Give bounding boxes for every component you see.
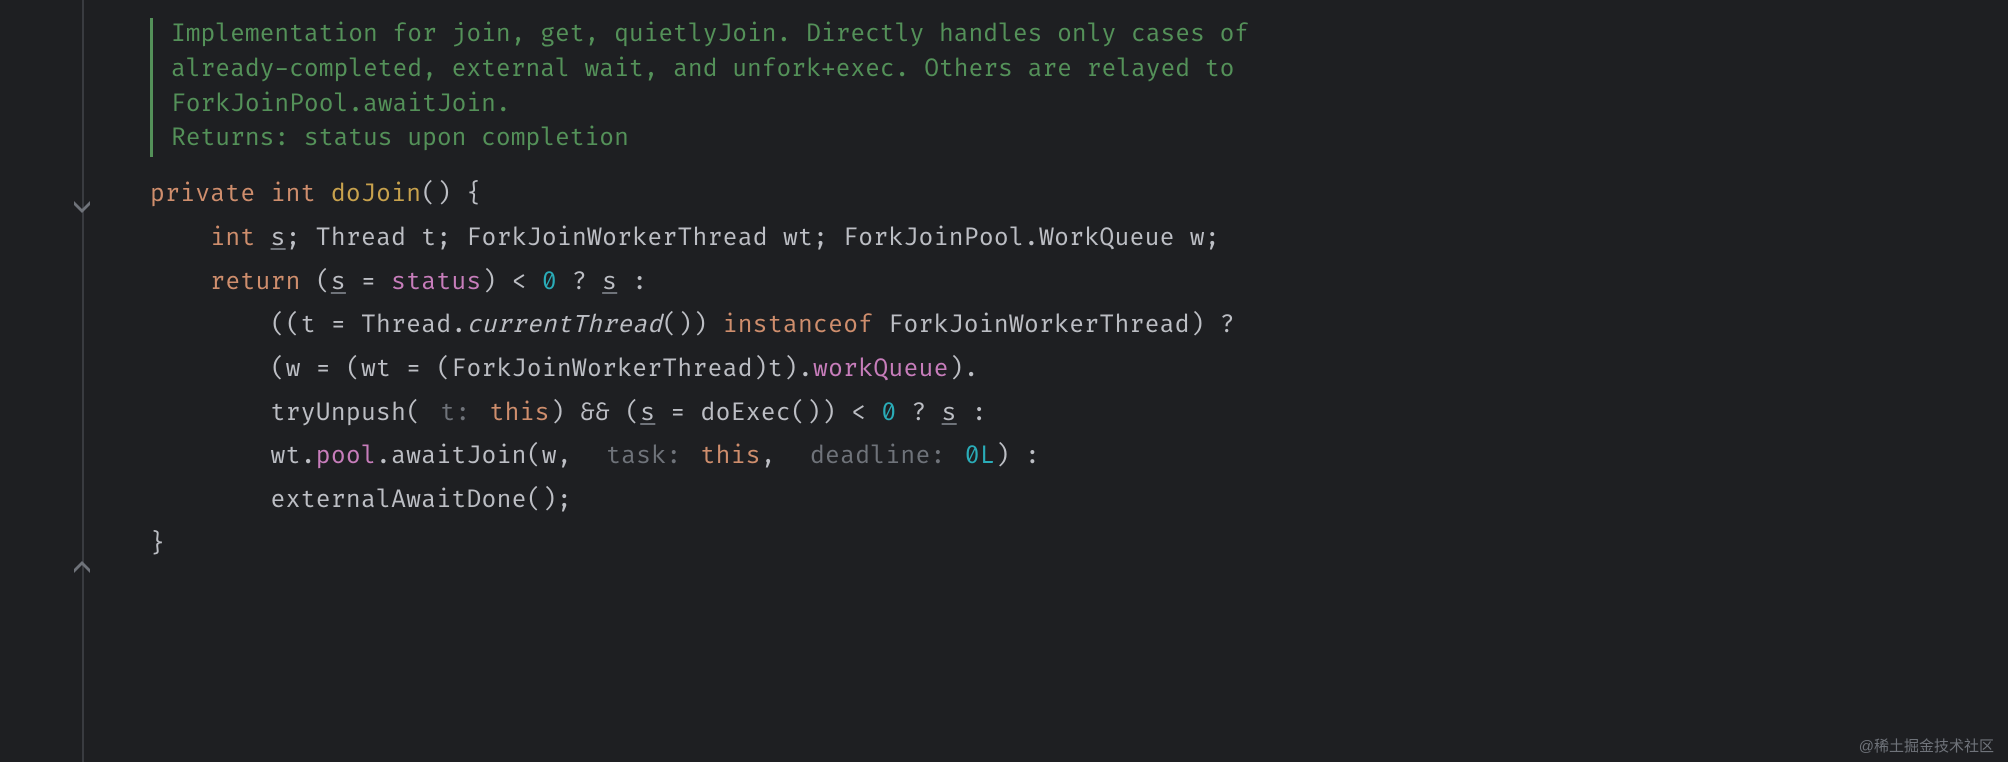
code-line[interactable]: int s; Thread t; ForkJoinWorkerThread wt… [150, 217, 1249, 261]
javadoc-block: Implementation for join, get, quietlyJoi… [150, 18, 1249, 157]
fold-region-bottom-icon[interactable] [71, 556, 93, 578]
code-line[interactable]: } [150, 523, 1249, 567]
code-line[interactable]: tryUnpush( t: this) && (s = doExec()) < … [150, 392, 1249, 436]
editor-gutter [0, 0, 98, 762]
code-line[interactable]: return (s = status) < 0 ? s : [150, 261, 1249, 305]
code-editor-content[interactable]: Implementation for join, get, quietlyJoi… [150, 18, 1249, 566]
javadoc-line: ForkJoinPool.awaitJoin. [171, 88, 1249, 123]
code-line[interactable]: private int doJoin() { [150, 173, 1249, 217]
parameter-hint: deadline: [791, 442, 965, 471]
gutter-separator-line [82, 0, 84, 762]
javadoc-line: Implementation for join, get, quietlyJoi… [171, 18, 1249, 53]
javadoc-line: already-completed, external wait, and un… [171, 53, 1249, 88]
code-line[interactable]: (w = (wt = (ForkJoinWorkerThread)t).work… [150, 348, 1249, 392]
parameter-hint: task: [587, 442, 700, 471]
code-line[interactable]: externalAwaitDone(); [150, 479, 1249, 523]
fold-region-top-icon[interactable] [71, 196, 93, 218]
parameter-hint: t: [421, 399, 489, 428]
code-line[interactable]: wt.pool.awaitJoin(w, task: this, deadlin… [150, 435, 1249, 479]
watermark-text: @稀土掘金技术社区 [1859, 735, 1994, 756]
javadoc-returns: Returns: status upon completion [171, 122, 1249, 157]
code-line[interactable]: ((t = Thread.currentThread()) instanceof… [150, 304, 1249, 348]
